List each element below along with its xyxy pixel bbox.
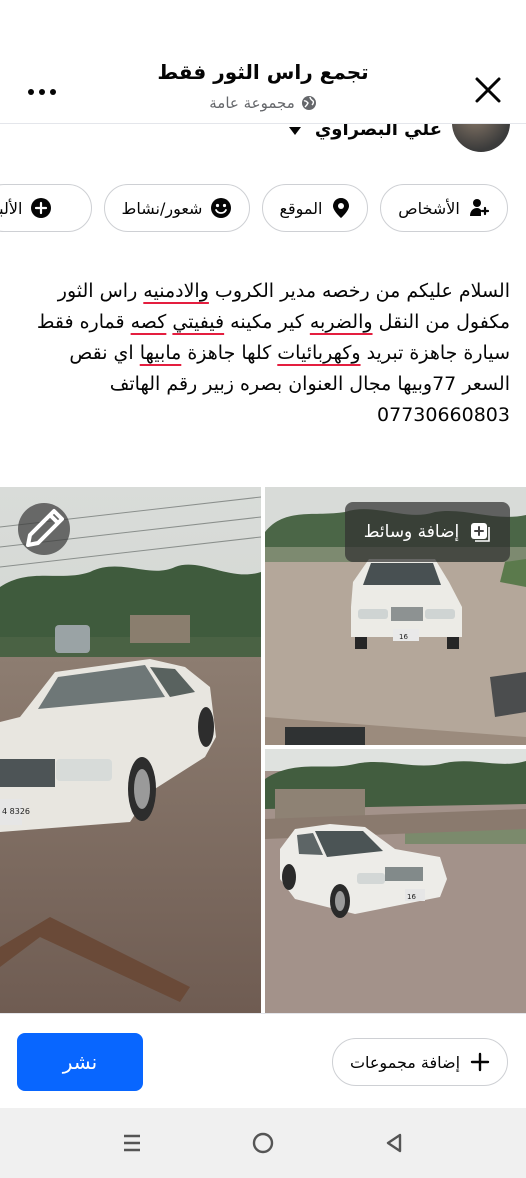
car-photo-side[interactable]: 16 (265, 749, 526, 1013)
car-photo-front[interactable]: 4 8326 (0, 487, 261, 1013)
car-photo-side-image: 16 (265, 749, 526, 1013)
add-circle-icon (31, 198, 52, 218)
audience-caret-icon[interactable] (288, 127, 301, 135)
globe-icon (301, 96, 316, 110)
chip-feeling[interactable]: شعور/نشاط (104, 184, 250, 232)
chip-label: الموقع (279, 198, 323, 218)
home-circle-icon[interactable] (245, 1125, 281, 1161)
license-plate: 16 (399, 633, 408, 641)
misspelled-word: والضربه (309, 311, 373, 333)
add-groups-label: إضافة مجموعات (349, 1052, 461, 1072)
location-pin-icon (332, 198, 349, 218)
misspelled-word: كصه (130, 311, 167, 333)
header: تجمع راس الثور فقط مجموعة عامة (0, 0, 526, 124)
add-media-button[interactable]: إضافة وسائط (345, 502, 510, 562)
back-triangle-icon[interactable] (376, 1125, 412, 1161)
composer-chips: الأشخاص الموقع شعور/نشاط الألبوم (0, 184, 526, 232)
misspelled-word: وكهربائيات (277, 342, 361, 364)
chip-tag-people[interactable]: الأشخاص (380, 184, 508, 232)
composer-footer: نشر إضافة مجموعات (0, 1013, 526, 1108)
group-privacy-label: مجموعة عامة (209, 94, 295, 112)
group-title: تجمع راس الثور فقط (157, 60, 369, 84)
more-horizontal-icon[interactable] (22, 72, 62, 112)
media-grid: 4 8326 16 16 (0, 487, 526, 1013)
license-plate: 4 8326 (2, 807, 30, 816)
add-photo-icon (471, 523, 491, 542)
add-media-label: إضافة وسائط (363, 522, 460, 542)
plus-icon (470, 1052, 490, 1072)
pencil-icon[interactable] (18, 503, 70, 555)
system-navigation-bar (0, 1108, 526, 1178)
car-photo-front-image: 4 8326 (0, 487, 261, 1013)
misspelled-word: مابيها (139, 342, 182, 364)
text-segment: كير مكينه (224, 311, 310, 333)
chip-location[interactable]: الموقع (262, 184, 368, 232)
smiley-icon (211, 198, 232, 218)
chip-label: شعور/نشاط (121, 198, 203, 218)
license-plate: 16 (407, 893, 416, 901)
misspelled-word: والادمنيه (143, 280, 209, 302)
recent-apps-icon[interactable] (114, 1125, 150, 1161)
add-groups-button[interactable]: إضافة مجموعات (332, 1038, 508, 1086)
chip-label: الألبوم (0, 198, 23, 218)
close-icon[interactable] (468, 70, 508, 110)
publish-button[interactable]: نشر (17, 1033, 143, 1091)
chip-album[interactable]: الألبوم (0, 184, 92, 232)
misspelled-word: فيفيتي (172, 311, 225, 333)
group-privacy: مجموعة عامة (90, 94, 436, 112)
tag-people-icon (469, 199, 489, 216)
text-segment: كلها جاهزة (181, 342, 278, 364)
chip-label: الأشخاص (398, 198, 460, 218)
post-text-input[interactable]: السلام عليكم من رخصه مدير الكروب والادمن… (20, 276, 510, 431)
composer-screen: علي البصراوي تجمع راس الثور فقط مجموعة ع… (0, 0, 526, 1178)
text-segment: السلام عليكم من رخصه مدير الكروب (208, 280, 510, 302)
